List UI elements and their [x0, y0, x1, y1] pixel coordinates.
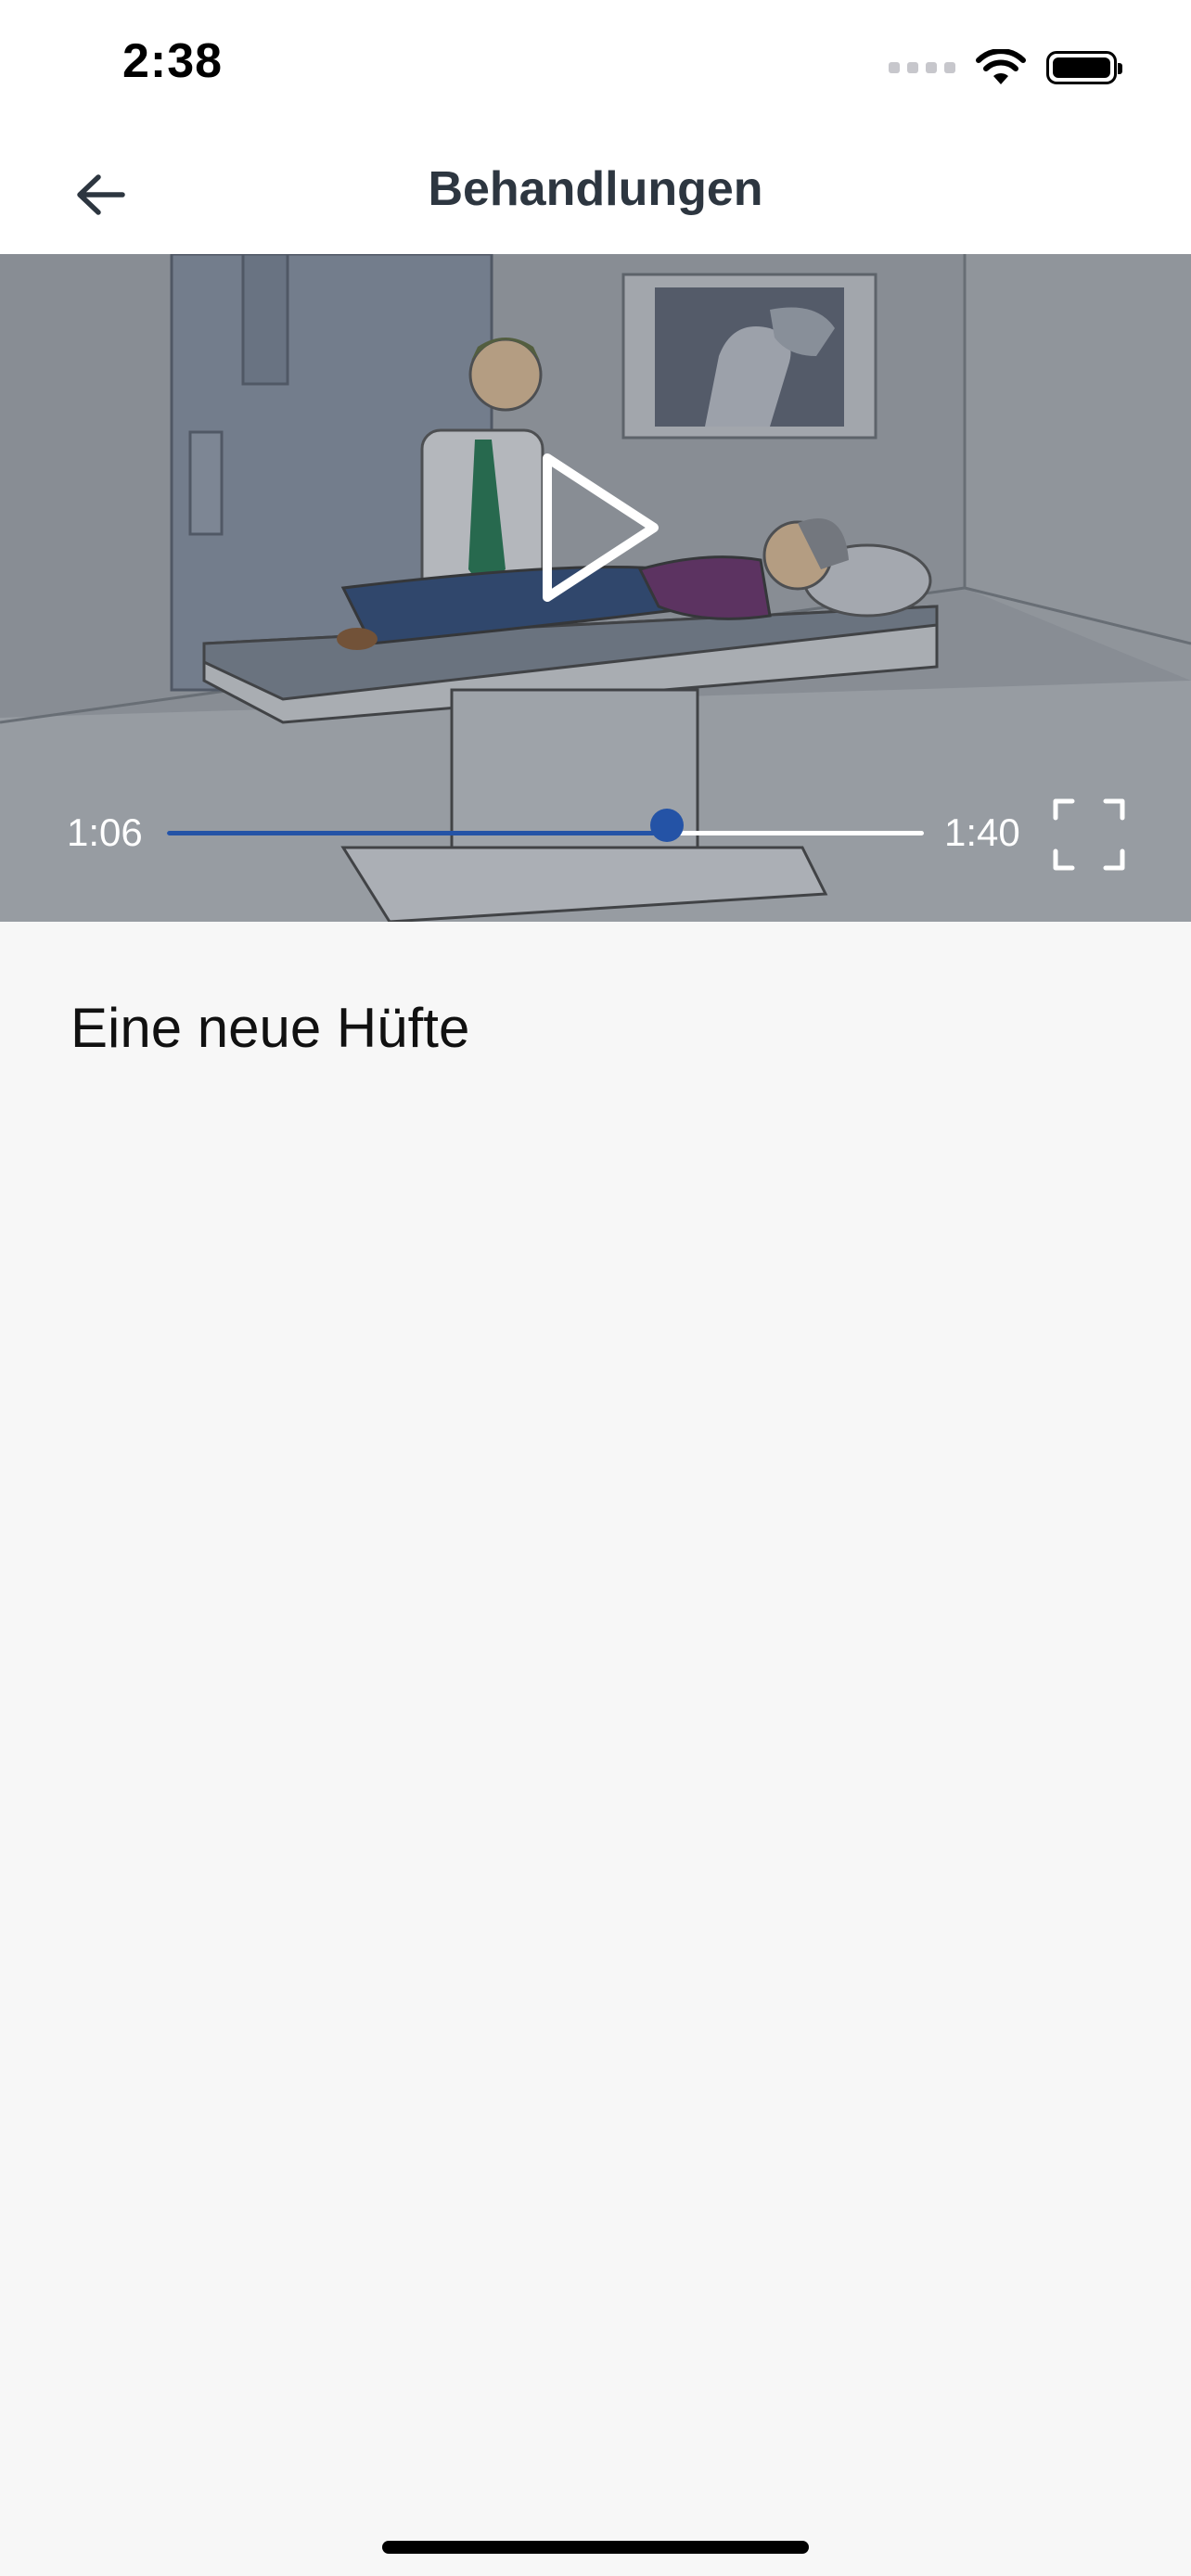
content-title: Eine neue Hüfte [70, 997, 470, 1059]
signal-icon [889, 62, 955, 73]
battery-icon [1046, 51, 1122, 84]
play-button[interactable] [519, 449, 677, 606]
current-time: 1:06 [67, 810, 143, 854]
status-icons [889, 43, 1122, 93]
status-time: 2:38 [122, 34, 224, 88]
progress-thumb[interactable] [649, 809, 684, 842]
fullscreen-button[interactable] [1052, 797, 1126, 872]
fullscreen-icon [1053, 798, 1125, 871]
progress-fill [167, 831, 667, 835]
status-bar: 2:38 [0, 0, 1191, 130]
progress-bar[interactable] [167, 809, 924, 842]
duration: 1:40 [944, 810, 1020, 854]
home-indicator [382, 2541, 809, 2554]
video-player[interactable]: 1:06 1:40 [0, 254, 1191, 922]
page-title: Behandlungen [428, 162, 763, 216]
play-icon [543, 453, 659, 602]
nav-bar: Behandlungen [0, 130, 1191, 254]
wifi-icon [976, 49, 1026, 84]
